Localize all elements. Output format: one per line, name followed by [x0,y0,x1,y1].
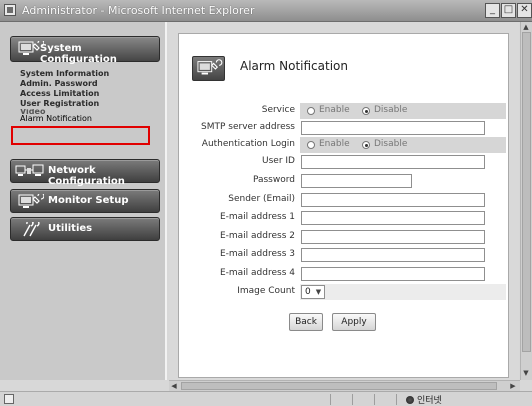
email1-input[interactable] [301,211,485,225]
status-divider [374,394,375,405]
form-actions: Back Apply [179,313,510,333]
smtp-server-input[interactable] [301,121,485,135]
internet-zone: 인터넷 [406,393,442,406]
auth-disable-label: Disable [374,139,408,149]
nav-label: Network Configuration [48,165,125,187]
ie-app-icon [4,4,16,16]
email2-input[interactable] [301,230,485,244]
alarm-notification-panel: Alarm Notification Service Enable Disabl… [178,33,509,378]
service-enable-label: Enable [319,105,350,115]
horizontal-scrollbar[interactable]: ◀ ▶ [169,380,520,391]
submenu-access-limitation[interactable]: Access Limitation [20,89,150,99]
service-enable-radio[interactable] [307,107,315,115]
nav-label: Utilities [48,223,93,234]
alarm-device-icon [192,56,225,81]
nav-network-configuration[interactable]: Network Configuration [10,159,160,187]
minimize-button[interactable]: _ [485,3,500,18]
maximize-button[interactable]: □ [501,3,516,18]
email3-row: E-mail address 3 [179,247,510,263]
smtp-label: SMTP server address [201,122,295,132]
status-divider [352,394,353,405]
selected-item-highlight [11,126,150,145]
email3-input[interactable] [301,248,485,262]
submenu-admin-password[interactable]: Admin. Password [20,79,150,89]
password-input[interactable] [301,174,412,188]
nav-utilities[interactable]: Utilities [10,217,160,241]
service-row: Service Enable Disable [179,103,510,119]
nav-system-configuration[interactable]: System Configuration [10,36,160,65]
email4-input[interactable] [301,267,485,281]
monitor-setup-icon [18,194,44,208]
back-button[interactable]: Back [289,313,323,331]
chevron-down-icon: ▼ [315,288,322,296]
image-count-select[interactable]: 0 ▼ [301,285,325,299]
email3-label: E-mail address 3 [219,249,295,259]
scroll-right-icon[interactable]: ▶ [508,381,518,391]
image-count-row: Image Count 0 ▼ [179,284,510,300]
sender-label: Sender (Email) [228,194,295,204]
page-title: Alarm Notification [240,59,348,73]
service-label: Service [261,105,295,115]
service-disable-label: Disable [374,105,408,115]
user-id-label: User ID [262,156,295,166]
password-label: Password [252,175,295,185]
sender-row: Sender (Email) [179,192,510,208]
scroll-left-icon[interactable]: ◀ [169,381,179,391]
globe-icon [406,396,414,404]
email1-row: E-mail address 1 [179,210,510,226]
image-count-value: 0 [305,287,311,297]
utilities-tools-icon [23,222,40,237]
auth-enable-radio[interactable] [307,141,315,149]
smtp-row: SMTP server address [179,120,510,136]
submenu-alarm-notification[interactable]: Alarm Notification [20,114,150,124]
auth-disable-radio[interactable] [362,141,370,149]
service-disable-radio[interactable] [362,107,370,115]
zone-label: 인터넷 [417,396,442,406]
image-count-label: Image Count [237,286,295,296]
close-button[interactable]: ✕ [517,3,532,18]
email1-label: E-mail address 1 [219,212,295,222]
user-id-row: User ID [179,154,510,170]
email4-row: E-mail address 4 [179,266,510,282]
submenu-user-registration[interactable]: User Registration [20,99,150,109]
nav-label: System Configuration [40,43,117,65]
window-title: Administrator - Microsoft Internet Explo… [22,4,255,17]
vertical-scroll-thumb[interactable] [522,32,531,352]
nav-monitor-setup[interactable]: Monitor Setup [10,189,160,213]
system-configuration-submenu: System Information Admin. Password Acces… [20,69,150,124]
email2-label: E-mail address 2 [219,231,295,241]
status-divider [396,394,397,405]
email2-row: E-mail address 2 [179,229,510,245]
image-count-field-bg [300,284,506,300]
vertical-scrollbar[interactable]: ▲ ▼ [520,22,532,380]
submenu-system-information[interactable]: System Information [20,69,150,79]
sidebar: System Configuration System Information … [0,22,167,380]
network-computers-icon [15,164,44,176]
email4-label: E-mail address 4 [219,268,295,278]
auth-login-row: Authentication Login Enable Disable [179,137,510,153]
password-row: Password [179,173,510,189]
scroll-down-icon[interactable]: ▼ [521,368,531,378]
horizontal-scroll-thumb[interactable] [181,382,497,390]
sender-email-input[interactable] [301,193,485,207]
status-bar: 인터넷 [0,391,532,406]
title-bar: Administrator - Microsoft Internet Explo… [0,0,532,22]
apply-button[interactable]: Apply [332,313,376,331]
auth-login-label: Authentication Login [201,139,295,149]
content-area: Alarm Notification Service Enable Disabl… [169,22,519,380]
nav-label: Monitor Setup [48,195,129,206]
user-id-input[interactable] [301,155,485,169]
status-divider [330,394,331,405]
auth-enable-label: Enable [319,139,350,149]
scroll-up-icon[interactable]: ▲ [521,22,531,32]
page-status-icon [4,394,14,404]
